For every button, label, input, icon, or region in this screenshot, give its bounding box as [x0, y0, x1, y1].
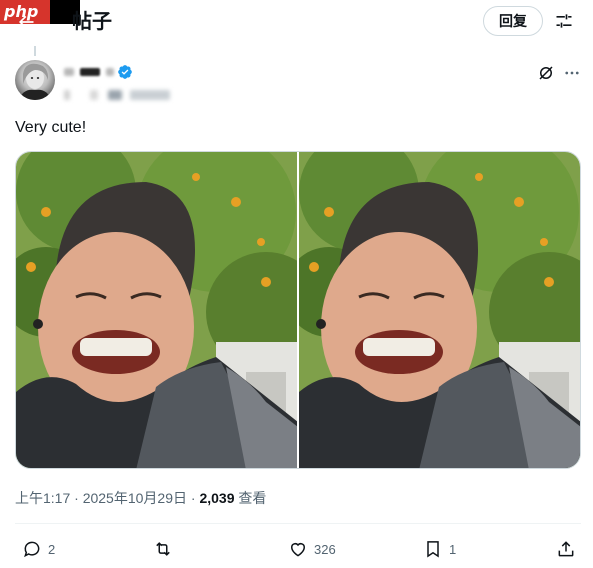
divider	[15, 523, 581, 524]
like-count: 326	[314, 541, 336, 557]
post-time[interactable]: 上午1:17	[15, 490, 70, 506]
back-arrow-icon[interactable]	[16, 12, 36, 32]
bookmark-action[interactable]: 1	[423, 536, 456, 562]
bookmark-count: 1	[449, 541, 457, 557]
avatar[interactable]	[15, 60, 55, 100]
more-icon[interactable]	[563, 64, 581, 82]
share-icon	[558, 541, 574, 557]
action-bar: 2 326 1	[0, 536, 593, 562]
reply-button[interactable]: 回复	[483, 6, 543, 36]
retweet-action[interactable]	[153, 536, 173, 562]
page-title: 帖子	[72, 11, 112, 33]
grok-icon[interactable]	[537, 64, 555, 82]
like-action[interactable]: 326	[288, 536, 336, 562]
post-metadata: 上午1:17 · 2025年10月29日 · 2,039 查看	[15, 489, 266, 507]
post-header: php 帖子 回复	[0, 0, 593, 46]
views-count: 2,039	[199, 490, 235, 506]
thread-line	[34, 46, 36, 56]
separator: ·	[190, 490, 196, 506]
bookmark-icon	[427, 541, 439, 558]
separator: ·	[74, 490, 79, 506]
photo-left[interactable]	[16, 152, 297, 468]
reply-icon	[24, 541, 40, 558]
post-date[interactable]: 2025年10月29日	[83, 490, 187, 506]
filter-icon[interactable]	[554, 11, 574, 31]
post-text: Very cute!	[15, 119, 87, 136]
share-action[interactable]	[556, 536, 576, 562]
verified-badge-icon	[118, 65, 132, 79]
photo-right[interactable]	[299, 152, 580, 468]
retweet-icon	[156, 542, 170, 556]
reply-count: 2	[48, 541, 56, 557]
reply-action[interactable]: 2	[22, 536, 55, 562]
like-icon	[291, 543, 305, 557]
media-grid[interactable]	[15, 151, 581, 469]
views-label: 查看	[238, 490, 267, 506]
